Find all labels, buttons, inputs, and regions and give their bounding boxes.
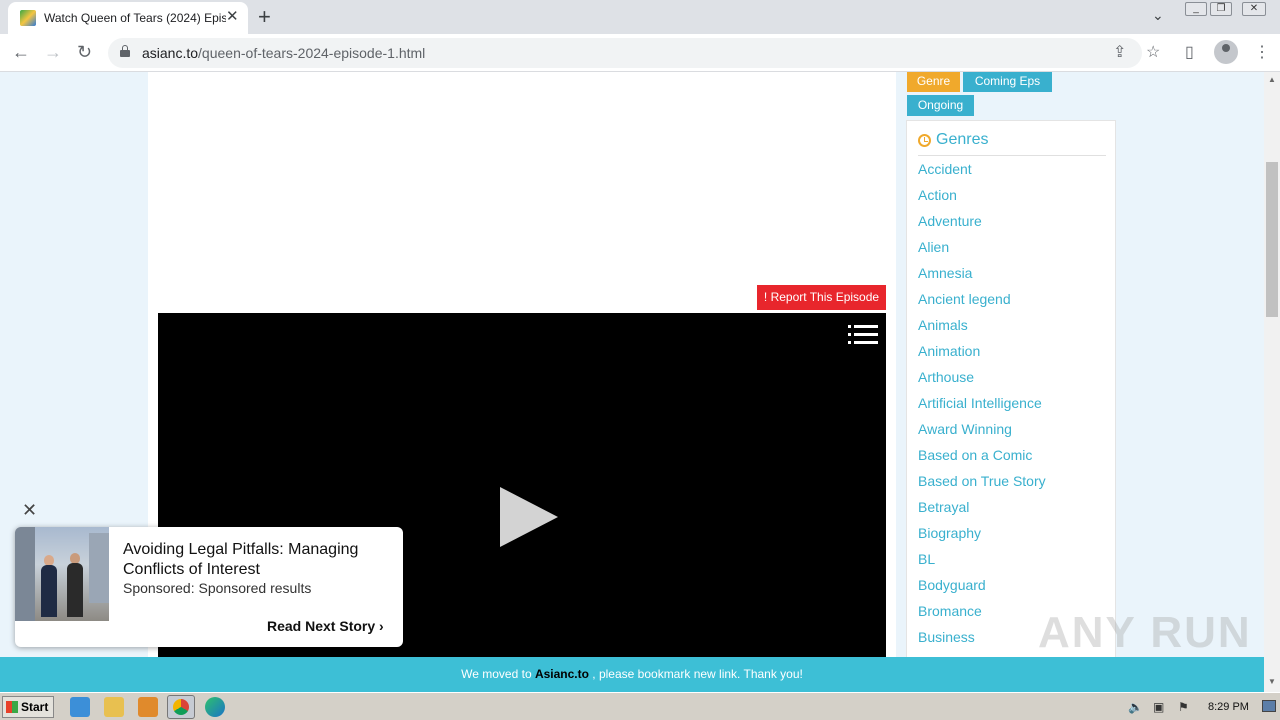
browser-tab-bar: Watch Queen of Tears (2024) Episode 1 ✕ …	[0, 0, 1280, 34]
start-label: Start	[21, 700, 49, 714]
new-tab-icon[interactable]: +	[258, 4, 271, 30]
clock-icon	[918, 134, 931, 147]
genres-title: Genres	[936, 131, 989, 148]
browser-tab[interactable]: Watch Queen of Tears (2024) Episode 1 ✕	[8, 2, 248, 34]
address-url: asianc.to/queen-of-tears-2024-episode-1.…	[142, 45, 425, 61]
bookmark-star-icon[interactable]: ☆	[1146, 42, 1160, 62]
scroll-up-icon[interactable]: ▲	[1268, 75, 1276, 84]
genres-header: Genres	[918, 131, 1106, 156]
back-arrow-icon[interactable]: ←	[12, 42, 30, 62]
tab-close-icon[interactable]: ✕	[226, 9, 239, 25]
genre-link[interactable]: Based on a Comic	[918, 445, 1046, 471]
address-bar[interactable]: asianc.to/queen-of-tears-2024-episode-1.…	[108, 38, 1142, 68]
volume-icon[interactable]: 🔈	[1128, 700, 1143, 714]
close-window-icon[interactable]: ✕	[1242, 2, 1266, 16]
media-player-icon[interactable]	[138, 697, 158, 717]
tab-search-chevron-icon[interactable]: ⌄	[1152, 7, 1164, 24]
genre-link[interactable]: Betrayal	[918, 497, 1046, 523]
report-episode-button[interactable]: ! Report This Episode	[757, 285, 886, 310]
tab-coming-eps[interactable]: Coming Eps	[963, 72, 1052, 92]
genre-link[interactable]: BL	[918, 549, 1046, 575]
page-scrollbar[interactable]: ▲ ▼	[1264, 72, 1280, 692]
tab-genre[interactable]: Genre	[907, 72, 960, 92]
genres-panel: Genres Accident Action Adventure Alien A…	[906, 120, 1116, 657]
genre-link[interactable]: Amnesia	[918, 263, 1046, 289]
notice-bar: We moved to Asianc.to , please bookmark …	[0, 657, 1264, 692]
restore-window-icon[interactable]: ❐	[1210, 2, 1232, 16]
genre-link[interactable]: Animals	[918, 315, 1046, 341]
sidebar: Genre Coming Eps Ongoing Genres Accident…	[906, 72, 1116, 657]
network-icon[interactable]: ▣	[1153, 700, 1164, 714]
action-center-flag-icon[interactable]: ⚑	[1178, 700, 1189, 714]
scroll-down-icon[interactable]: ▼	[1268, 677, 1276, 686]
genre-link[interactable]: Based on True Story	[918, 471, 1046, 497]
genre-link[interactable]: Artificial Intelligence	[918, 393, 1046, 419]
genre-link[interactable]: Action	[918, 185, 1046, 211]
genre-link[interactable]: Arthouse	[918, 367, 1046, 393]
genre-link[interactable]: Award Winning	[918, 419, 1046, 445]
reload-icon[interactable]: ↻	[77, 42, 92, 62]
file-explorer-icon[interactable]	[104, 697, 124, 717]
edge-icon[interactable]	[205, 697, 225, 717]
genre-link[interactable]: Biography	[918, 523, 1046, 549]
genre-link[interactable]: Ancient legend	[918, 289, 1046, 315]
minimize-window-icon[interactable]: _	[1185, 2, 1207, 16]
playlist-menu-icon[interactable]	[848, 323, 878, 347]
side-panel-icon[interactable]: ▯	[1185, 42, 1194, 62]
chrome-icon	[173, 699, 189, 715]
ie-icon[interactable]	[70, 697, 90, 717]
tab-ongoing[interactable]: Ongoing	[907, 95, 974, 116]
scrollbar-thumb[interactable]	[1266, 162, 1278, 317]
notice-link[interactable]: Asianc.to	[535, 667, 589, 681]
os-taskbar: Start 🔈 ▣ ⚑ 8:29 PM	[0, 692, 1280, 720]
genre-link[interactable]: Accident	[918, 159, 1046, 185]
notice-prefix: We moved to	[461, 667, 535, 681]
windows-logo-icon	[6, 701, 18, 713]
ad-image[interactable]	[15, 527, 109, 621]
tab-title: Watch Queen of Tears (2024) Episode 1	[44, 11, 226, 25]
url-path: /queen-of-tears-2024-episode-1.html	[198, 45, 426, 61]
genre-link[interactable]: Animation	[918, 341, 1046, 367]
genre-link[interactable]: Adventure	[918, 211, 1046, 237]
url-domain: asianc.to	[142, 45, 199, 61]
ad-cta-label: Read Next Story	[267, 618, 376, 634]
ad-close-icon[interactable]: ✕	[22, 501, 37, 519]
browser-menu-icon[interactable]: ⋮	[1254, 42, 1270, 62]
forward-arrow-icon[interactable]: →	[44, 42, 62, 62]
sponsored-ad-card[interactable]: Avoiding Legal Pitfalls: Managing Confli…	[15, 527, 403, 647]
show-desktop-icon[interactable]	[1262, 700, 1276, 712]
ad-title[interactable]: Avoiding Legal Pitfalls: Managing Confli…	[123, 540, 393, 580]
watermark: ANY RUN	[1038, 608, 1252, 657]
notice-suffix: , please bookmark new link. Thank you!	[588, 667, 803, 681]
genre-link[interactable]: Business	[918, 627, 1046, 653]
profile-avatar-icon[interactable]	[1214, 40, 1238, 64]
genre-link[interactable]: Alien	[918, 237, 1046, 263]
genre-list: Accident Action Adventure Alien Amnesia …	[918, 159, 1046, 653]
read-next-story-link[interactable]: Read Next Story ›	[267, 618, 384, 634]
chrome-taskbar-button[interactable]	[167, 695, 195, 719]
play-icon[interactable]	[500, 487, 558, 547]
genre-link[interactable]: Bromance	[918, 601, 1046, 627]
share-icon[interactable]: ⇪	[1113, 42, 1126, 62]
taskbar-clock[interactable]: 8:29 PM	[1208, 701, 1249, 713]
chevron-right-icon: ›	[379, 618, 384, 634]
ad-sponsor-label: Sponsored: Sponsored results	[123, 580, 312, 596]
site-favicon-icon	[20, 10, 36, 26]
genre-link[interactable]: Bodyguard	[918, 575, 1046, 601]
lock-icon[interactable]	[120, 45, 130, 58]
browser-toolbar: ← → ↻ asianc.to/queen-of-tears-2024-epis…	[0, 34, 1280, 72]
start-button[interactable]: Start	[2, 696, 54, 718]
